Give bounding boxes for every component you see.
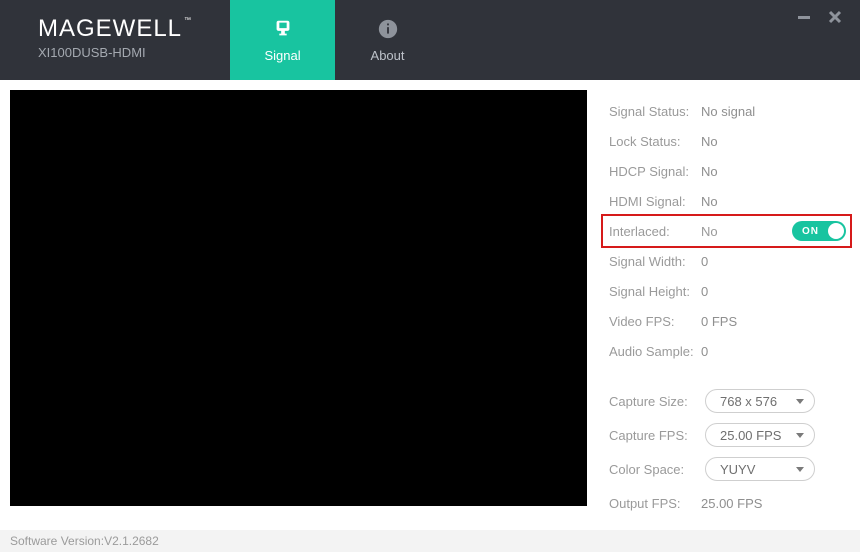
- row-signal-status: Signal Status: No signal: [609, 96, 850, 126]
- row-video-fps: Video FPS: 0 FPS: [609, 306, 850, 336]
- row-capture-size: Capture Size: 768 x 576: [609, 386, 850, 416]
- interlaced-value: No: [701, 224, 718, 239]
- capture-size-label: Capture Size:: [609, 394, 701, 409]
- tab-signal[interactable]: Signal: [230, 0, 335, 80]
- row-hdcp: HDCP Signal: No: [609, 156, 850, 186]
- row-audio-sample: Audio Sample: 0: [609, 336, 850, 366]
- tab-about-label: About: [371, 48, 405, 63]
- capture-fps-value: 25.00 FPS: [720, 428, 781, 443]
- signal-height-label: Signal Height:: [609, 284, 701, 299]
- capture-fps-label: Capture FPS:: [609, 428, 701, 443]
- trademark: ™: [184, 17, 192, 24]
- hdcp-value: No: [701, 164, 718, 179]
- info-panel: Signal Status: No signal Lock Status: No…: [609, 90, 850, 525]
- interlaced-label: Interlaced:: [609, 224, 701, 239]
- video-preview: [10, 90, 587, 506]
- tab-signal-label: Signal: [264, 48, 300, 63]
- status-bar: Software Version: V2.1.2682: [0, 530, 860, 552]
- row-output-fps: Output FPS: 25.00 FPS: [609, 488, 850, 518]
- row-capture-fps: Capture FPS: 25.00 FPS: [609, 420, 850, 450]
- brand-name: MAGEWELL: [38, 15, 182, 42]
- content-area: Signal Status: No signal Lock Status: No…: [0, 80, 860, 525]
- brand-logo: MAGEWELL™: [38, 15, 192, 43]
- window-controls: [798, 10, 842, 24]
- row-color-space: Color Space: YUYV: [609, 454, 850, 484]
- interlaced-toggle[interactable]: ON: [792, 221, 846, 241]
- title-bar: MAGEWELL™ XI100DUSB-HDMI Signal About: [0, 0, 860, 80]
- row-interlaced: Interlaced: No ON: [603, 216, 850, 246]
- row-signal-height: Signal Height: 0: [609, 276, 850, 306]
- toggle-knob: [828, 223, 844, 239]
- signal-width-value: 0: [701, 254, 708, 269]
- row-signal-width: Signal Width: 0: [609, 246, 850, 276]
- chevron-down-icon: [796, 467, 804, 472]
- hdmi-value: No: [701, 194, 718, 209]
- capture-size-value: 768 x 576: [720, 394, 777, 409]
- toggle-on-label: ON: [802, 226, 819, 237]
- separator: [609, 366, 850, 386]
- brand-block: MAGEWELL™ XI100DUSB-HDMI: [0, 0, 220, 80]
- signal-height-value: 0: [701, 284, 708, 299]
- audio-sample-label: Audio Sample:: [609, 344, 701, 359]
- hdmi-label: HDMI Signal:: [609, 194, 701, 209]
- product-name: XI100DUSB-HDMI: [38, 45, 192, 60]
- chevron-down-icon: [796, 399, 804, 404]
- video-fps-label: Video FPS:: [609, 314, 701, 329]
- lock-status-label: Lock Status:: [609, 134, 701, 149]
- info-icon: [377, 18, 399, 40]
- close-button[interactable]: [828, 10, 842, 24]
- lock-status-value: No: [701, 134, 718, 149]
- signal-icon: [272, 18, 294, 40]
- signal-status-label: Signal Status:: [609, 104, 701, 119]
- audio-sample-value: 0: [701, 344, 708, 359]
- output-fps-label: Output FPS:: [609, 496, 701, 511]
- signal-width-label: Signal Width:: [609, 254, 701, 269]
- video-fps-value: 0 FPS: [701, 314, 737, 329]
- nav-tabs: Signal About: [230, 0, 440, 80]
- version-value: V2.1.2682: [104, 534, 159, 548]
- minimize-button[interactable]: [798, 10, 812, 24]
- capture-size-dropdown[interactable]: 768 x 576: [705, 389, 815, 413]
- output-fps-value: 25.00 FPS: [701, 496, 762, 511]
- row-hdmi: HDMI Signal: No: [609, 186, 850, 216]
- tab-about[interactable]: About: [335, 0, 440, 80]
- hdcp-label: HDCP Signal:: [609, 164, 701, 179]
- signal-status-value: No signal: [701, 104, 755, 119]
- row-lock-status: Lock Status: No: [609, 126, 850, 156]
- version-label: Software Version:: [10, 534, 104, 548]
- chevron-down-icon: [796, 433, 804, 438]
- color-space-dropdown[interactable]: YUYV: [705, 457, 815, 481]
- capture-fps-dropdown[interactable]: 25.00 FPS: [705, 423, 815, 447]
- color-space-label: Color Space:: [609, 462, 701, 477]
- color-space-value: YUYV: [720, 462, 755, 477]
